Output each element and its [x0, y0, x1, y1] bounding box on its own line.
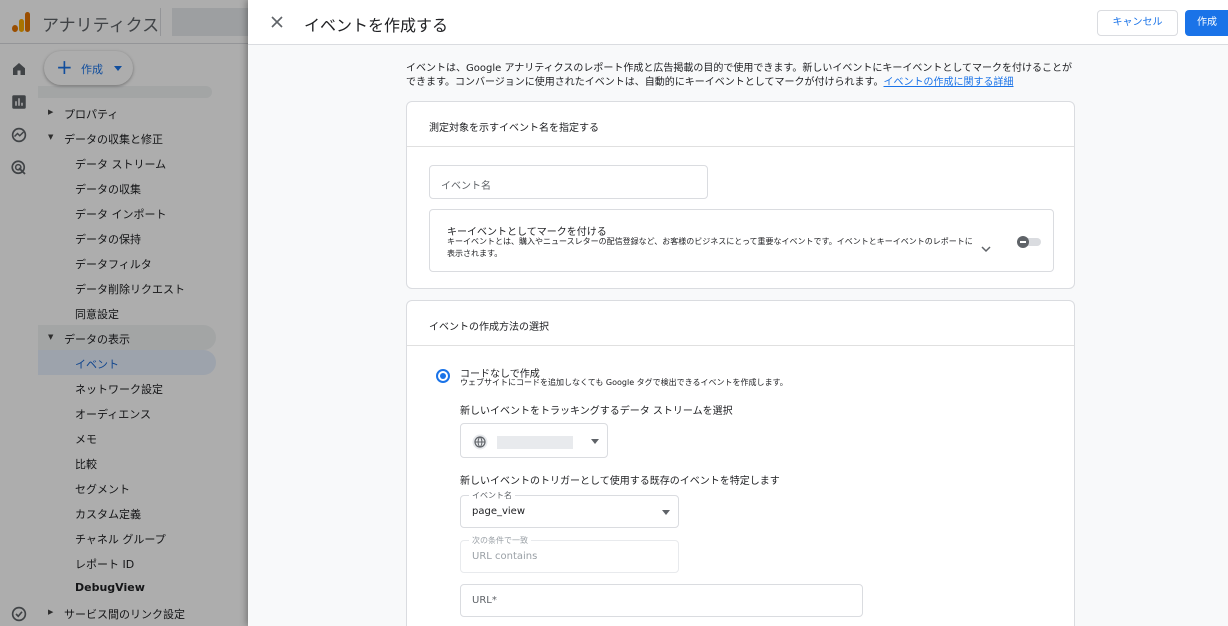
chevron-down-icon[interactable]: [981, 238, 991, 257]
event-name-card: 測定対象を示すイベント名を指定する イベント名 キーイベントとしてマークを付ける…: [406, 101, 1075, 289]
stream-label: 新しいイベントをトラッキングするデータ ストリームを選択: [460, 406, 733, 417]
data-stream-select[interactable]: [460, 423, 608, 458]
learn-more-link[interactable]: イベントの作成に関する詳細: [884, 77, 1014, 88]
key-event-description: キーイベントとは、購入やニュースレターの配信登録など、お客様のビジネスにとって重…: [447, 237, 973, 258]
globe-icon: [472, 434, 488, 450]
option-description: ウェブサイトにコードを追加しなくても Google タグで検出できるイベントを作…: [460, 378, 788, 387]
event-name-input[interactable]: イベント名: [429, 165, 708, 199]
caret-down-icon: [591, 439, 599, 444]
close-icon[interactable]: [268, 13, 286, 31]
key-event-panel[interactable]: キーイベントとしてマークを付ける キーイベントとは、購入やニュースレターの配信登…: [429, 209, 1054, 272]
condition-field: 次の条件で一致 URL contains: [460, 535, 679, 573]
creation-method-card: イベントの作成方法の選択 コードなしで作成 ウェブサイトにコードを追加しなくても…: [406, 300, 1075, 626]
no-code-radio[interactable]: [436, 369, 450, 383]
url-input[interactable]: URL*: [460, 584, 863, 617]
dialog-header: イベントを作成する キャンセル 作成: [248, 0, 1228, 45]
modal-scrim[interactable]: [0, 0, 248, 626]
stream-name-redacted: [497, 436, 573, 449]
cancel-button[interactable]: キャンセル: [1097, 10, 1178, 36]
key-event-toggle[interactable]: [1017, 236, 1041, 248]
dialog-title: イベントを作成する: [304, 16, 449, 35]
create-event-dialog: イベントを作成する キャンセル 作成 イベントは、Google アナリティクスの…: [248, 0, 1228, 626]
card-title: イベントの作成方法の選択: [407, 301, 1074, 346]
intro-text: イベントは、Google アナリティクスのレポート作成と広告掲載の目的で使用でき…: [406, 63, 1073, 88]
create-button[interactable]: 作成: [1185, 10, 1228, 36]
trigger-label: 新しいイベントのトリガーとして使用する既存のイベントを特定します: [460, 476, 780, 487]
card-title: 測定対象を示すイベント名を指定する: [407, 102, 1074, 147]
caret-down-icon: [662, 510, 670, 515]
event-name-select[interactable]: イベント名 page_view: [460, 490, 679, 528]
